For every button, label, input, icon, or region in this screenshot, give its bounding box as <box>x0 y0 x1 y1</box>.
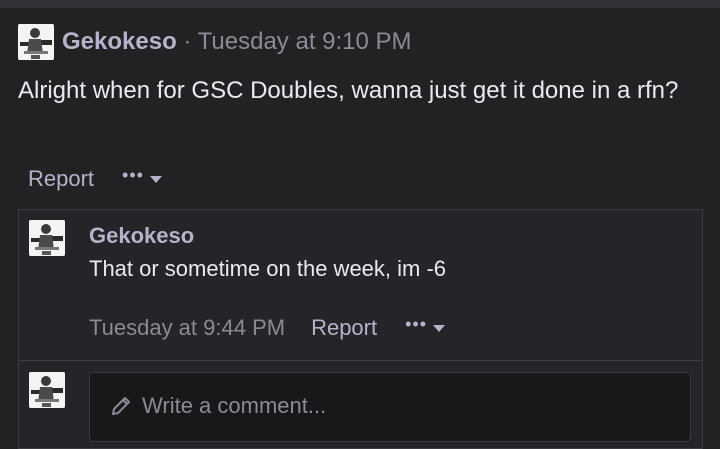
avatar[interactable] <box>18 24 54 60</box>
header-separator: · <box>183 28 192 55</box>
more-options-button[interactable]: ••• <box>122 165 162 192</box>
post-header: Gekokeso · Tuesday at 9:10 PM <box>62 27 412 57</box>
reply-avatar[interactable] <box>29 220 65 256</box>
divider <box>18 360 703 361</box>
post-username[interactable]: Gekokeso <box>62 28 177 55</box>
avatar-image-icon <box>18 24 54 60</box>
reply-message: That or sometime on the week, im -6 <box>89 256 447 281</box>
post-message: Alright when for GSC Doubles, wanna just… <box>18 77 679 104</box>
more-dots-icon: ••• <box>122 165 144 185</box>
post-actions: Report ••• <box>28 165 162 192</box>
composer-avatar <box>29 372 65 408</box>
avatar-image-icon <box>29 372 65 408</box>
reply-username[interactable]: Gekokeso <box>89 222 194 250</box>
pencil-icon <box>112 397 130 415</box>
post-timestamp[interactable]: Tuesday at 9:10 PM <box>198 28 412 55</box>
chevron-down-icon <box>433 324 446 332</box>
reply-timestamp[interactable]: Tuesday at 9:44 PM <box>89 315 285 341</box>
chevron-down-icon <box>149 175 162 183</box>
reply-more-options-button[interactable]: ••• <box>405 314 446 341</box>
avatar-image-icon <box>29 220 65 256</box>
comment-placeholder: Write a comment... <box>142 393 327 418</box>
comment-input[interactable]: Write a comment... <box>89 372 691 442</box>
reply-actions: Tuesday at 9:44 PM Report ••• <box>89 314 446 341</box>
reply-report-link[interactable]: Report <box>311 315 377 341</box>
top-bar <box>0 0 720 8</box>
report-link[interactable]: Report <box>28 166 94 192</box>
more-dots-icon: ••• <box>405 314 428 334</box>
